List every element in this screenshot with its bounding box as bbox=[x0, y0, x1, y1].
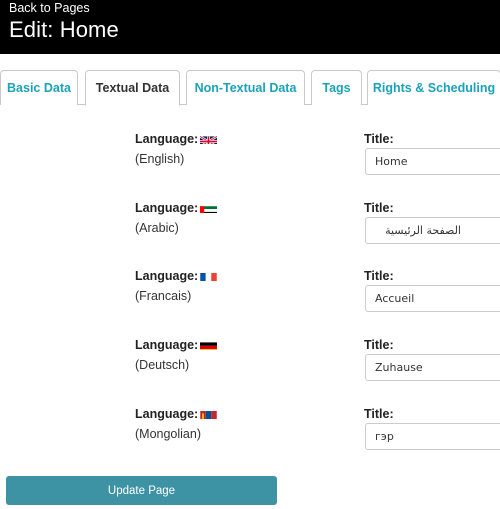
germany-flag-icon bbox=[200, 339, 218, 350]
tab-basic-data[interactable]: Basic Data bbox=[0, 70, 78, 105]
title-label: Title: bbox=[364, 132, 394, 146]
language-block: Language: (Mongolian) bbox=[135, 404, 217, 444]
language-label: Language: bbox=[135, 338, 199, 352]
language-row-francais: Language: (Francais) Title: bbox=[0, 266, 500, 326]
france-flag-icon bbox=[200, 270, 217, 281]
language-row-arabic: Language: (Arabic) Title: bbox=[0, 198, 500, 258]
language-label: Language: bbox=[135, 269, 199, 283]
language-block: Language: (Francais) bbox=[135, 266, 217, 306]
language-block: Language: (Deutsch) bbox=[135, 335, 218, 375]
language-block: Language: (Arabic) bbox=[135, 198, 218, 238]
tab-tags[interactable]: Tags bbox=[311, 70, 362, 105]
back-to-pages-link[interactable]: Back to Pages bbox=[9, 1, 90, 15]
title-label: Title: bbox=[364, 407, 394, 421]
update-page-button[interactable]: Update Page bbox=[6, 476, 277, 505]
language-name: (English) bbox=[135, 152, 185, 166]
page-title: Edit: Home bbox=[9, 17, 119, 42]
title-label: Title: bbox=[364, 269, 394, 283]
title-input-arabic[interactable] bbox=[365, 217, 500, 244]
title-label: Title: bbox=[364, 201, 394, 215]
title-input-mongolian[interactable] bbox=[365, 423, 500, 450]
language-row-deutsch: Language: (Deutsch) Title: bbox=[0, 335, 500, 395]
page-header: Back to Pages Edit: Home bbox=[0, 0, 500, 54]
tab-textual-data[interactable]: Textual Data bbox=[85, 70, 180, 106]
title-label: Title: bbox=[364, 338, 394, 352]
language-name: (Arabic) bbox=[135, 221, 179, 235]
title-input-deutsch[interactable] bbox=[365, 354, 500, 381]
language-label: Language: bbox=[135, 407, 199, 421]
language-label: Language: bbox=[135, 201, 199, 215]
language-name: (Deutsch) bbox=[135, 358, 190, 372]
language-name: (Francais) bbox=[135, 289, 192, 303]
title-input-english[interactable] bbox=[365, 148, 500, 175]
mongolia-flag-icon bbox=[200, 408, 217, 419]
uae-flag-icon bbox=[200, 202, 218, 213]
language-name: (Mongolian) bbox=[135, 427, 202, 441]
language-label: Language: bbox=[135, 132, 199, 146]
tab-non-textual-data[interactable]: Non-Textual Data bbox=[186, 70, 305, 105]
uk-flag-icon bbox=[200, 133, 218, 144]
language-block: Language: (English) bbox=[135, 129, 218, 169]
tab-rights-scheduling[interactable]: Rights & Scheduling bbox=[367, 70, 500, 105]
language-row-english: Language: (English) Title: bbox=[0, 129, 500, 189]
tab-bar: Basic Data Textual Data Non-Textual Data… bbox=[0, 54, 500, 106]
title-input-francais[interactable] bbox=[365, 285, 500, 312]
language-row-mongolian: Language: (Mongolian) Title: bbox=[0, 404, 500, 464]
